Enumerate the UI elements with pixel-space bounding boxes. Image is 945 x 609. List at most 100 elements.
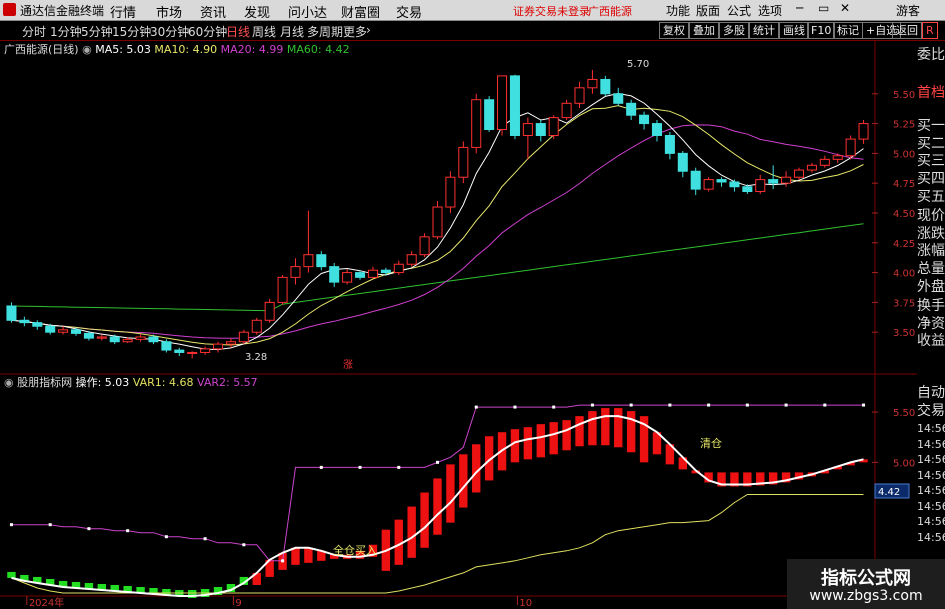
full-buy-label: 全仓买入: [333, 543, 377, 557]
candle-body: [122, 338, 133, 343]
indicator-bar-red: [446, 464, 455, 523]
candle-body: [845, 138, 856, 157]
tab-multi-period[interactable]: 多周期: [307, 23, 343, 40]
statistics-button[interactable]: 统计: [749, 22, 779, 39]
low-price-annotation: 3.28: [245, 352, 267, 363]
restore-icon[interactable]: ▭: [818, 1, 829, 15]
candle-body: [419, 236, 430, 256]
indicator-bar-red: [536, 424, 545, 458]
indicator-bar-green: [7, 571, 16, 578]
candle-body: [755, 179, 766, 193]
tab-monthly[interactable]: 月线: [280, 23, 304, 40]
menu-trade[interactable]: 交易: [396, 2, 422, 21]
candle-body: [290, 266, 301, 278]
indicator-bar-red: [433, 478, 442, 535]
stock-name-title: 广西能源: [588, 5, 632, 18]
draw-line-button[interactable]: 画线: [779, 22, 809, 39]
candle-body: [548, 117, 559, 136]
tab-30min[interactable]: 30分钟: [150, 23, 189, 40]
tab-1min[interactable]: 1分钟: [50, 23, 82, 40]
indicator-bar-red: [523, 427, 533, 460]
candle-body: [832, 155, 843, 160]
candle-body: [70, 329, 82, 334]
var2-point: [823, 403, 827, 407]
candle-body: [626, 102, 637, 116]
menu-layout[interactable]: 版面: [696, 2, 720, 19]
candle-body: [238, 331, 249, 343]
menu-quotes[interactable]: 行情: [110, 2, 136, 21]
candle-body: [316, 254, 327, 268]
candle-body: [484, 99, 495, 131]
candle-body: [858, 123, 869, 140]
mark-button[interactable]: 标记: [833, 22, 863, 39]
chart-canvas[interactable]: 5.50 5.25 5.00 4.75 4.50 4.25 4.00 3.75 3.50 5.50…: [0, 40, 917, 609]
candle-body: [677, 152, 688, 172]
chevron-right-icon[interactable]: ›: [366, 23, 371, 37]
menu-function[interactable]: 功能: [666, 2, 690, 19]
app-title: 通达信金融终端: [20, 4, 105, 18]
indicator-bar-red: [614, 408, 623, 448]
tab-5min[interactable]: 5分钟: [81, 23, 113, 40]
right-quote-panel: 委比 首档 买一 买二 买三 买四 买五 现价 涨跌 涨幅 总量 外盘 换手 净…: [917, 46, 945, 352]
candle-body: [200, 348, 211, 353]
user-name[interactable]: 游客: [896, 2, 920, 19]
menu-ask[interactable]: 问小达: [288, 2, 327, 21]
adjust-button[interactable]: 复权: [659, 22, 689, 39]
candle-body: [716, 179, 727, 183]
menu-wealth-circle[interactable]: 财富圈: [341, 2, 380, 21]
indicator-tick-label: 5.00: [893, 458, 915, 469]
volume-label: 总量: [917, 260, 945, 277]
f10-button[interactable]: F10: [807, 22, 836, 39]
watermark-title: 指标公式网: [821, 568, 911, 589]
time-tick-label: 2024年: [29, 596, 64, 609]
right-panel-toggle-button[interactable]: R: [922, 22, 938, 39]
clear-position-label: 清仓: [700, 436, 722, 450]
login-warning[interactable]: 证券交易未登录: [513, 3, 590, 19]
overlay-button[interactable]: 叠加: [689, 22, 719, 39]
back-button[interactable]: 返回: [892, 22, 922, 39]
indicator-bar-red: [588, 411, 597, 446]
candle-body: [806, 164, 817, 171]
var2-point: [87, 527, 91, 531]
price-tick-label: 3.75: [893, 298, 915, 309]
close-icon[interactable]: ✕: [840, 1, 850, 15]
menu-news[interactable]: 资讯: [200, 2, 226, 21]
menu-options[interactable]: 选项: [758, 2, 782, 19]
var2-point: [862, 403, 866, 407]
tab-more[interactable]: 更多: [343, 23, 367, 40]
tab-60min[interactable]: 60分钟: [188, 23, 227, 40]
earnings-label: 收益: [917, 333, 945, 350]
candle-body: [445, 176, 456, 208]
menu-formula[interactable]: 公式: [727, 2, 751, 19]
bid1-label: 买一: [917, 118, 945, 135]
candle-body: [109, 336, 120, 343]
candle-body: [303, 254, 314, 268]
bid4-label: 买四: [917, 170, 945, 187]
candle-body: [19, 319, 30, 324]
auto-label[interactable]: 自动: [917, 384, 945, 404]
tab-intraday[interactable]: 分时: [22, 23, 46, 40]
watermark-url: www.zbgs3.com: [809, 588, 923, 604]
var2-point: [629, 403, 633, 407]
menu-market[interactable]: 市场: [156, 2, 182, 21]
app-logo-icon: [3, 3, 16, 16]
candle-body: [96, 336, 107, 339]
minimize-icon[interactable]: ─: [796, 1, 803, 15]
change-pct-label: 涨幅: [917, 243, 945, 260]
candle-body: [690, 170, 701, 190]
tab-daily[interactable]: 日线: [226, 23, 250, 40]
multi-stock-button[interactable]: 多股: [719, 22, 749, 39]
price-tick-label: 5.50: [893, 90, 915, 101]
tab-15min[interactable]: 15分钟: [112, 23, 151, 40]
trade-label[interactable]: 交易: [917, 402, 945, 422]
menu-discover[interactable]: 发现: [244, 2, 270, 21]
candle-body: [58, 329, 69, 333]
high-price-annotation: 5.70: [627, 59, 649, 70]
tab-weekly[interactable]: 周线: [252, 23, 276, 40]
bid5-label: 买五: [917, 188, 945, 205]
var2-point: [397, 465, 401, 469]
price-tick-label: 4.25: [893, 239, 915, 250]
candle-body: [432, 206, 443, 238]
candle-body: [45, 325, 56, 333]
committee-ratio-label: 委比: [917, 47, 945, 63]
